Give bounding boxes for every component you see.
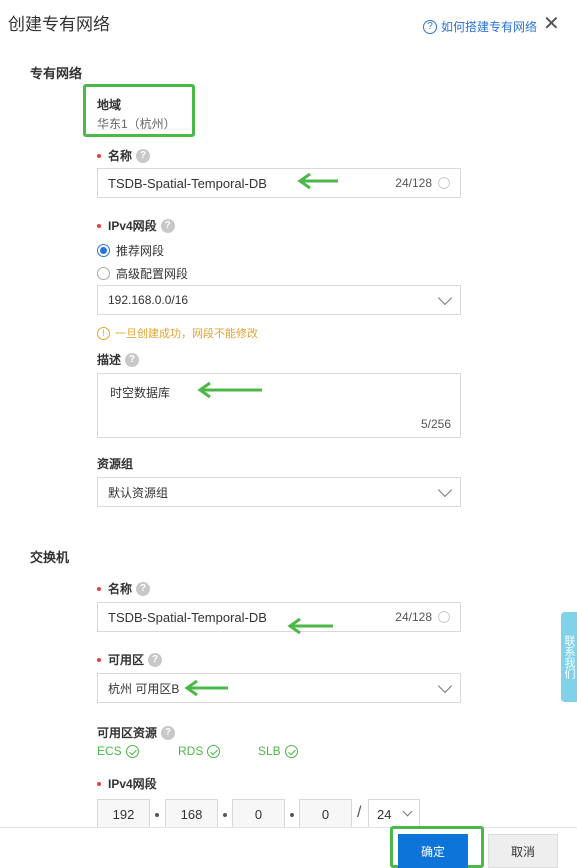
annotation-arrows	[184, 172, 338, 697]
annotation-arrow	[184, 172, 338, 697]
ok-button[interactable]: 确定	[398, 834, 468, 868]
cancel-button[interactable]: 取消	[488, 834, 558, 868]
